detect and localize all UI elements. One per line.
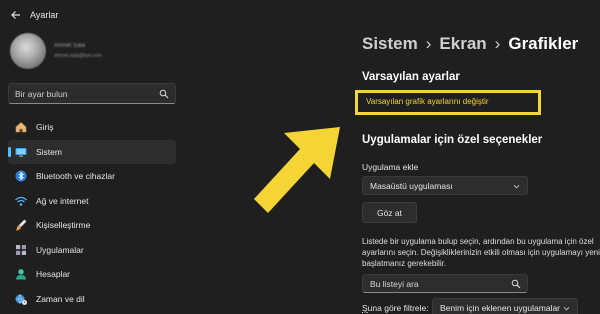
breadcrumb-current: Grafikler <box>508 34 579 53</box>
instructions-text: Listede bir uygulama bulup seçin, ardınd… <box>362 236 600 269</box>
app-type-value: Masaüstü uygulaması <box>370 181 453 191</box>
person-icon <box>16 269 26 280</box>
instructions-line: başlatmanız gerekebilir. <box>362 259 447 268</box>
app-list-search-input[interactable]: Bu listeyi ara <box>362 274 528 293</box>
bluetooth-icon <box>15 170 27 182</box>
sidebar-item-label: Bluetooth ve cihazlar <box>36 171 115 181</box>
home-icon <box>15 122 27 133</box>
browse-button-label: Göz at <box>376 208 403 218</box>
browse-button[interactable]: Göz at <box>362 202 417 223</box>
globe-clock-icon <box>15 293 27 305</box>
sidebar-item-label: Uygulamalar <box>36 244 84 255</box>
default-settings-heading: Varsayılan ayarlar <box>362 71 460 83</box>
sidebar-item-system[interactable]: Sistem <box>8 139 176 164</box>
search-placeholder: Bir ayar bulun <box>15 89 68 99</box>
chevron-down-icon <box>563 306 570 311</box>
instructions-line: Listede bir uygulama bulup seçin, ardınd… <box>362 237 594 246</box>
sidebar-item-time-language[interactable]: Zaman ve dil <box>8 287 176 311</box>
sidebar-item-label: Zaman ve dil <box>36 293 85 304</box>
search-icon[interactable] <box>159 89 169 99</box>
sidebar-item-label: Kişiselleştirme <box>36 220 91 230</box>
profile-email: ahmet.sala@live.com <box>54 53 102 59</box>
user-profile[interactable]: Ahmet Sala ahmet.sala@live.com <box>10 32 180 72</box>
filter-label: Şuna göre filtrele: <box>362 303 429 313</box>
sidebar-item-network[interactable]: Ağ ve internet <box>8 189 176 213</box>
sidebar-item-home[interactable]: Giriş <box>8 115 176 139</box>
sidebar-item-bluetooth[interactable]: Bluetooth ve cihazlar <box>8 164 176 188</box>
chevron-down-icon <box>513 184 520 189</box>
settings-search-input[interactable]: Bir ayar bulun <box>8 83 176 104</box>
system-display-icon <box>15 147 27 157</box>
default-graphics-settings-link[interactable]: Varsayılan grafik ayarlarını değiştir <box>366 97 489 106</box>
breadcrumb: Sistem › Ekran › Grafikler <box>362 34 578 54</box>
sidebar-nav: Giriş Sistem Bluetooth ve cihazlar Ağ ve… <box>8 115 176 311</box>
breadcrumb-system[interactable]: Sistem <box>362 34 418 53</box>
add-app-label: Uygulama ekle <box>362 162 419 172</box>
profile-name: Ahmet Sala <box>54 43 86 49</box>
sidebar-item-label: Ağ ve internet <box>36 195 89 206</box>
apps-icon <box>16 244 26 255</box>
sidebar-item-label: Sistem <box>36 146 62 157</box>
sidebar-item-personalization[interactable]: Kişiselleştirme <box>8 213 176 237</box>
app-type-dropdown[interactable]: Masaüstü uygulaması <box>362 176 528 195</box>
sidebar-item-apps[interactable]: Uygulamalar <box>8 238 176 262</box>
list-search-placeholder: Bu listeyi ara <box>370 279 419 289</box>
sidebar-item-label: Giriş <box>36 122 54 132</box>
sidebar-item-accounts[interactable]: Hesaplar <box>8 262 176 286</box>
breadcrumb-display[interactable]: Ekran <box>439 34 486 53</box>
pointer-arrow-graphic <box>254 127 340 213</box>
brush-icon <box>16 219 27 231</box>
custom-options-heading: Uygulamalar için özel seçenekler <box>362 134 543 146</box>
back-arrow-icon[interactable] <box>9 8 23 22</box>
breadcrumb-separator: › <box>425 34 432 53</box>
search-icon[interactable] <box>511 279 521 289</box>
filter-dropdown[interactable]: Benim için eklenen uygulamalar <box>432 298 578 314</box>
instructions-line: ayarlarını seçin. Değişikliklerinizin et… <box>362 248 600 257</box>
sidebar-item-label: Hesaplar <box>36 269 71 279</box>
filter-label-text: una göre filtrele: <box>367 303 429 313</box>
highlight-box: Varsayılan grafik ayarlarını değiştir <box>355 90 541 115</box>
app-title: Ayarlar <box>30 10 59 20</box>
breadcrumb-separator: › <box>494 34 501 53</box>
wifi-icon <box>15 196 27 206</box>
title-bar: Ayarlar <box>0 0 600 30</box>
filter-value: Benim için eklenen uygulamalar <box>440 303 561 313</box>
avatar <box>10 33 46 69</box>
